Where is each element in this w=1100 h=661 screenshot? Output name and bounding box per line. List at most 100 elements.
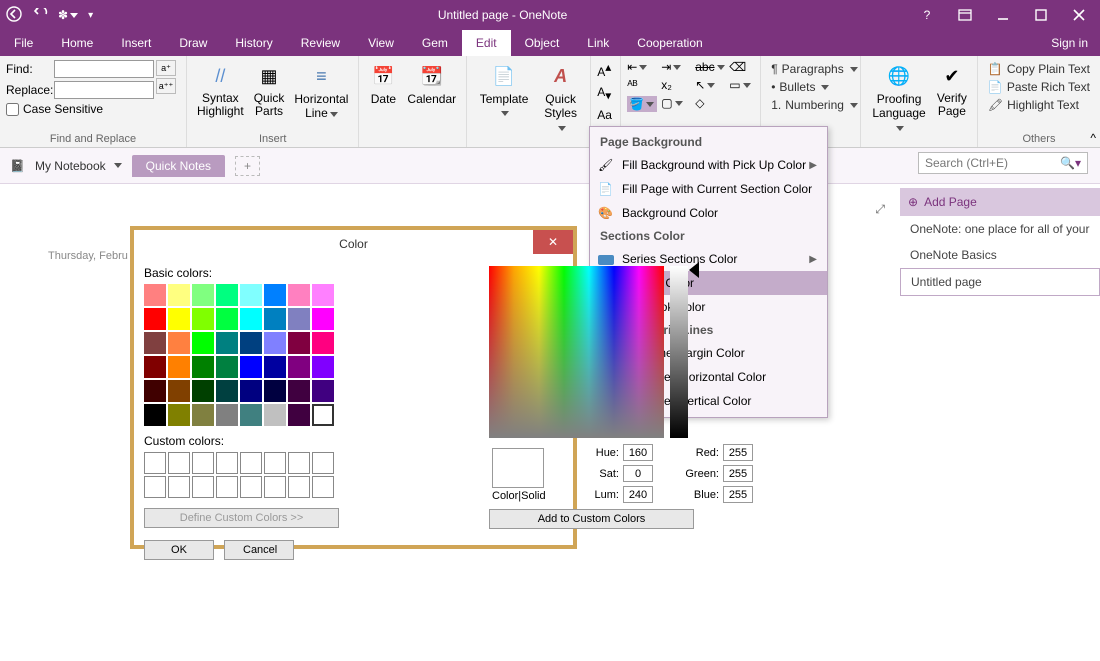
basic-swatch[interactable] (288, 332, 310, 354)
tab-home[interactable]: Home (47, 30, 107, 56)
add-custom-colors-button[interactable]: Add to Custom Colors (489, 509, 694, 529)
tab-draw[interactable]: Draw (165, 30, 221, 56)
basic-swatch[interactable] (264, 308, 286, 330)
red-input[interactable] (723, 444, 753, 461)
syntax-highlight-button[interactable]: //Syntax Highlight (193, 60, 248, 122)
help-icon[interactable]: ? (912, 8, 942, 22)
date-button[interactable]: 📅Date (365, 60, 401, 108)
basic-swatch[interactable] (240, 380, 262, 402)
luminosity-bar[interactable] (670, 266, 688, 438)
basic-swatch[interactable] (312, 356, 334, 378)
basic-swatch[interactable] (168, 308, 190, 330)
notebook-name[interactable]: My Notebook (35, 159, 106, 173)
basic-swatch[interactable] (192, 308, 214, 330)
basic-swatch[interactable] (216, 380, 238, 402)
ok-button[interactable]: OK (144, 540, 214, 560)
sat-input[interactable] (623, 465, 653, 482)
basic-swatch[interactable] (240, 332, 262, 354)
close-icon[interactable] (1064, 9, 1094, 21)
highlight-text-button[interactable]: 🖍 Highlight Text (984, 96, 1094, 114)
tab-cooperation[interactable]: Cooperation (623, 30, 716, 56)
touch-icon[interactable]: ✽ (58, 8, 78, 22)
tab-object[interactable]: Object (511, 30, 574, 56)
quick-parts-button[interactable]: ▦Quick Parts (250, 60, 289, 122)
basic-swatch[interactable] (216, 332, 238, 354)
blue-input[interactable] (723, 486, 753, 503)
basic-swatch[interactable] (288, 404, 310, 426)
basic-swatch[interactable] (192, 356, 214, 378)
custom-swatch[interactable] (264, 452, 286, 474)
basic-swatch[interactable] (240, 284, 262, 306)
custom-swatch[interactable] (240, 476, 262, 498)
basic-swatch[interactable] (168, 356, 190, 378)
green-input[interactable] (723, 465, 753, 482)
basic-swatch[interactable] (144, 284, 166, 306)
replace-input[interactable] (54, 81, 154, 99)
popup-item-fill-pickup[interactable]: 🖌Fill Background with Pick Up Color▶ (590, 153, 827, 177)
maximize-icon[interactable] (1026, 9, 1056, 21)
strike-icon[interactable]: abc (695, 60, 725, 74)
font-size-down-icon[interactable]: A▾ (597, 85, 614, 102)
calendar-button[interactable]: 📆Calendar (403, 60, 460, 108)
basic-swatch[interactable] (264, 404, 286, 426)
replace-all-button[interactable]: a⁺⁺ (156, 78, 176, 94)
font-size-up-icon[interactable]: A▴ (597, 60, 614, 79)
case-icon[interactable]: ᴬᴮ (627, 78, 657, 92)
custom-swatch[interactable] (216, 476, 238, 498)
cancel-button[interactable]: Cancel (224, 540, 294, 560)
back-icon[interactable] (6, 6, 22, 25)
custom-swatch[interactable] (144, 452, 166, 474)
sign-in[interactable]: Sign in (1051, 36, 1100, 50)
basic-swatch[interactable] (168, 332, 190, 354)
tab-insert[interactable]: Insert (107, 30, 165, 56)
shape-icon[interactable]: ◇ (695, 96, 725, 112)
basic-swatch[interactable] (312, 404, 334, 426)
basic-swatch[interactable] (192, 332, 214, 354)
numbering-button[interactable]: 1. Numbering (767, 96, 854, 114)
custom-swatch[interactable] (312, 452, 334, 474)
basic-swatch[interactable] (192, 404, 214, 426)
search-input[interactable]: Search (Ctrl+E)🔍▾ (918, 152, 1088, 174)
basic-swatch[interactable] (144, 332, 166, 354)
horizontal-line-button[interactable]: ≡Horizontal Line (290, 60, 352, 122)
minimize-icon[interactable] (988, 9, 1018, 21)
basic-swatch[interactable] (288, 308, 310, 330)
define-custom-colors-button[interactable]: Define Custom Colors >> (144, 508, 339, 528)
paragraphs-button[interactable]: ¶ Paragraphs (767, 60, 854, 78)
tab-review[interactable]: Review (287, 30, 354, 56)
tab-link[interactable]: Link (573, 30, 623, 56)
tab-view[interactable]: View (354, 30, 408, 56)
basic-swatch[interactable] (168, 404, 190, 426)
basic-swatch[interactable] (240, 356, 262, 378)
custom-swatch[interactable] (168, 476, 190, 498)
custom-swatch[interactable] (168, 452, 190, 474)
custom-swatch[interactable] (264, 476, 286, 498)
basic-swatch[interactable] (312, 332, 334, 354)
basic-swatch[interactable] (192, 284, 214, 306)
basic-swatch[interactable] (312, 308, 334, 330)
basic-swatch[interactable] (216, 404, 238, 426)
basic-swatch[interactable] (216, 356, 238, 378)
popup-item-bg-color[interactable]: 🎨Background Color (590, 201, 827, 225)
ribbon-options-icon[interactable] (950, 9, 980, 21)
custom-swatch[interactable] (288, 476, 310, 498)
basic-swatch[interactable] (144, 356, 166, 378)
select-icon[interactable]: ▭ (729, 78, 759, 92)
proofing-language-button[interactable]: 🌐Proofing Language (867, 60, 931, 136)
popup-item-fill-section[interactable]: 📄Fill Page with Current Section Color (590, 177, 827, 201)
section-tab[interactable]: Quick Notes (132, 155, 225, 177)
page-item-selected[interactable]: Untitled page (900, 268, 1100, 296)
basic-swatch[interactable] (288, 380, 310, 402)
copy-plain-text-button[interactable]: 📋 Copy Plain Text (984, 60, 1094, 78)
basic-swatch[interactable] (216, 284, 238, 306)
custom-swatch[interactable] (240, 452, 262, 474)
basic-swatch[interactable] (168, 284, 190, 306)
tab-history[interactable]: History (221, 30, 286, 56)
collapse-ribbon-icon[interactable]: ^ (1090, 131, 1096, 145)
basic-swatch[interactable] (288, 284, 310, 306)
basic-swatch[interactable] (264, 380, 286, 402)
expand-icon[interactable]: ⤢ (875, 202, 885, 217)
custom-swatch[interactable] (312, 476, 334, 498)
page-item[interactable]: OneNote: one place for all of your (900, 216, 1100, 242)
basic-swatch[interactable] (264, 284, 286, 306)
